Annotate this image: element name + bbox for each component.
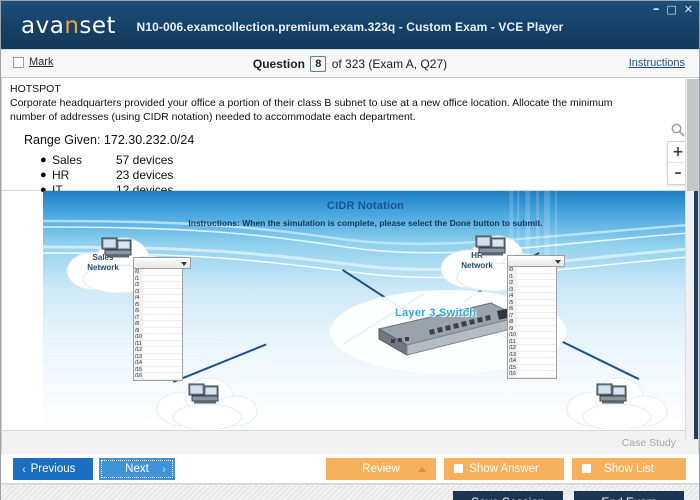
question-content-area: HOTSPOT Corporate headquarters provided … xyxy=(1,78,699,430)
case-study-label: Case Study xyxy=(621,437,676,449)
simulation-header: CIDR Notation Instructions: When the sim… xyxy=(43,200,688,228)
cidr-dropdown-hr-button[interactable] xyxy=(507,255,565,267)
title-bar: avanset N10-006.examcollection.premium.e… xyxy=(1,1,699,49)
bullet-icon: ● xyxy=(40,169,47,181)
end-exam-button[interactable]: End Exam xyxy=(574,491,684,500)
simulation-instructions: Instructions: When the simulation is com… xyxy=(188,218,543,228)
vce-player-window: avanset N10-006.examcollection.premium.e… xyxy=(0,0,700,500)
chevron-down-icon xyxy=(181,262,187,266)
square-icon xyxy=(454,464,463,473)
previous-button-label: Previous xyxy=(30,463,76,475)
review-button-label: Review xyxy=(362,463,400,475)
computer-icon xyxy=(188,383,219,404)
simulation-title: CIDR Notation xyxy=(326,200,405,212)
caret-up-icon xyxy=(418,467,426,472)
magnifier-icon[interactable] xyxy=(670,122,686,138)
show-answer-button[interactable]: Show Answer xyxy=(444,458,564,480)
range-given-line: Range Given: 172.30.232.0/24 xyxy=(24,133,680,147)
computer-icon xyxy=(596,383,627,404)
question-word: Question xyxy=(252,57,305,71)
chevron-right-icon: › xyxy=(162,462,166,476)
case-study-bar: Case Study xyxy=(1,430,699,454)
close-icon[interactable]: ✕ xyxy=(684,4,693,15)
department-name: Sales xyxy=(52,153,83,167)
show-answer-button-label: Show Answer xyxy=(469,463,539,475)
chevron-left-icon: ‹ xyxy=(22,462,26,476)
show-list-button-label: Show List xyxy=(604,463,654,475)
maximize-icon[interactable]: □ xyxy=(666,4,676,15)
computer-icon xyxy=(475,235,506,256)
question-text-panel: HOTSPOT Corporate headquarters provided … xyxy=(2,78,698,197)
instructions-link[interactable]: Instructions xyxy=(629,57,685,69)
chevron-down-icon xyxy=(555,260,561,264)
computer-icon xyxy=(101,237,132,258)
simulation-canvas: CIDR Notation Instructions: When the sim… xyxy=(43,191,688,429)
list-item[interactable]: /16 xyxy=(508,371,556,378)
question-body-text: Corporate headquarters provided your off… xyxy=(10,97,613,123)
bullet-icon: ● xyxy=(40,154,47,166)
vertical-scrollbar[interactable] xyxy=(685,79,698,439)
list-item: ● Sales 57 devices xyxy=(40,153,680,168)
previous-button[interactable]: ‹ Previous xyxy=(13,458,93,480)
range-value: 172.30.232.0/24 xyxy=(103,133,195,147)
department-name: HR xyxy=(52,168,70,182)
switch-label: Layer 3 Switch xyxy=(395,307,477,319)
action-bar: Save Session End Exam xyxy=(1,484,699,500)
question-number-field[interactable]: 8 xyxy=(310,56,327,72)
save-session-button[interactable]: Save Session xyxy=(453,491,563,500)
cidr-dropdown-sales[interactable]: /0 /1 /2 /3 /4 /5 /6 /7 /8 /9 /10 /11 /1… xyxy=(133,257,191,381)
question-type-tag: HOTSPOT xyxy=(10,83,61,95)
window-title: N10-006.examcollection.premium.exam.323q… xyxy=(136,20,564,34)
cidr-dropdown-hr-list[interactable]: /0 /1 /2 /3 /4 /5 /6 /7 /8 /9 /10 /11 /1… xyxy=(507,267,557,379)
next-button[interactable]: Next › xyxy=(99,458,175,480)
minimize-icon[interactable]: – xyxy=(653,3,660,16)
range-label: Range Given: xyxy=(24,133,101,147)
scrollbar-thumb[interactable] xyxy=(687,79,698,191)
cloud-label-line2: Network xyxy=(461,261,493,270)
list-item[interactable]: /16 xyxy=(134,373,182,380)
cidr-dropdown-sales-button[interactable] xyxy=(133,257,191,269)
square-icon xyxy=(582,464,591,473)
navigation-bar: ‹ Previous Next › Review Show Answer Sho… xyxy=(1,454,699,484)
question-toolbar: Mark Question 8 of 323 (Exam A, Q27) Ins… xyxy=(1,49,699,78)
cloud-label-line2: Network xyxy=(87,263,119,272)
question-of-text: of 323 (Exam A, Q27) xyxy=(331,57,448,71)
show-list-button[interactable]: Show List xyxy=(572,458,686,480)
cidr-dropdown-hr[interactable]: /0 /1 /2 /3 /4 /5 /6 /7 /8 /9 /10 /11 /1… xyxy=(507,255,565,379)
next-button-label: Next xyxy=(125,463,149,475)
cidr-dropdown-sales-list[interactable]: /0 /1 /2 /3 /4 /5 /6 /7 /8 /9 /10 /11 /1… xyxy=(133,269,183,381)
window-controls: – □ ✕ xyxy=(653,3,693,16)
list-item: ● HR 23 devices xyxy=(40,168,680,183)
review-button[interactable]: Review xyxy=(326,458,436,480)
department-count: 57 devices xyxy=(116,153,174,167)
department-count: 23 devices xyxy=(116,168,174,182)
question-counter: Question 8 of 323 (Exam A, Q27) xyxy=(1,56,699,72)
